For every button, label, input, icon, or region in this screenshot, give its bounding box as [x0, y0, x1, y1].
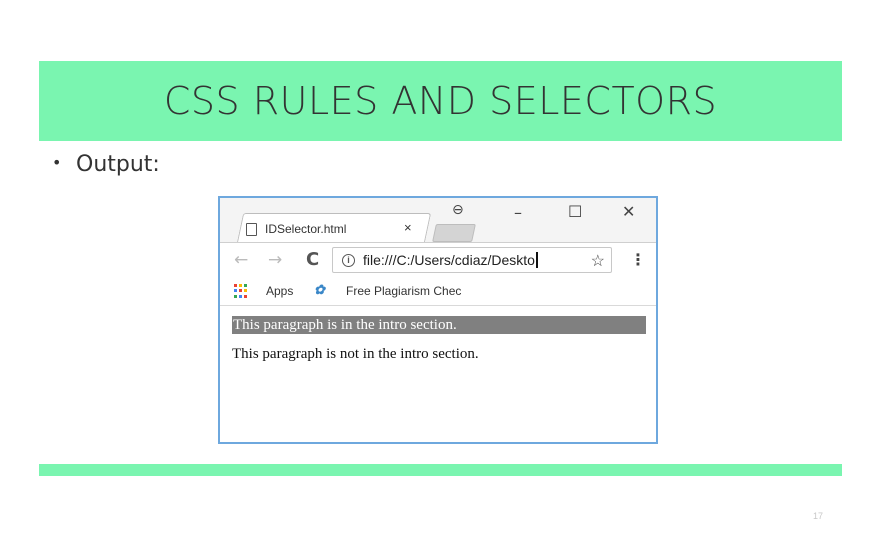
- intro-paragraph: This paragraph is in the intro section.: [232, 316, 646, 334]
- forward-icon[interactable]: →: [268, 250, 282, 270]
- bookmarks-bar: Apps ✿ Free Plagiarism Chec: [220, 276, 656, 306]
- bookmark-plagiarism-checker[interactable]: Free Plagiarism Chec: [346, 284, 461, 298]
- menu-icon[interactable]: ⋮: [630, 250, 646, 269]
- text-caret: [535, 252, 538, 268]
- tab-content: IDSelector.html: [246, 218, 346, 240]
- new-tab-button[interactable]: [432, 224, 476, 242]
- profile-icon[interactable]: ⊖: [452, 202, 464, 218]
- slide-page-number: 17: [813, 511, 824, 521]
- bullet-marker: •: [52, 153, 62, 172]
- address-url[interactable]: file:///C:/Users/cdiaz/Deskto: [363, 252, 535, 268]
- plain-paragraph: This paragraph is not in the intro secti…: [232, 346, 479, 362]
- tab-close-icon[interactable]: ×: [404, 220, 412, 235]
- apps-grid-dot: [234, 294, 237, 298]
- address-bar[interactable]: i file:///C:/Users/cdiaz/Deskto ☆: [332, 247, 612, 273]
- browser-title-bar: IDSelector.html × ⊖ – ☐ ✕: [220, 198, 656, 243]
- bottom-accent-band: [39, 464, 842, 476]
- browser-toolbar: ← → C i file:///C:/Users/cdiaz/Deskto ☆ …: [220, 242, 656, 276]
- maximize-icon[interactable]: ☐: [568, 202, 582, 221]
- apps-grid-dot: [239, 284, 242, 287]
- apps-grid-dot: [239, 289, 242, 293]
- apps-grid-dot: [244, 294, 247, 298]
- slide-title: CSS RULES AND SELECTORS: [163, 79, 718, 123]
- reload-icon[interactable]: C: [306, 249, 319, 270]
- apps-grid-dot: [244, 284, 247, 287]
- apps-grid-icon[interactable]: [234, 284, 248, 298]
- favorite-icon: ✿: [314, 282, 325, 297]
- close-icon[interactable]: ✕: [622, 202, 635, 221]
- apps-grid-dot: [244, 289, 247, 293]
- minimize-icon[interactable]: –: [514, 203, 522, 222]
- bullet-text: Output:: [76, 152, 160, 177]
- slide-title-band: CSS RULES AND SELECTORS: [39, 61, 842, 141]
- document-icon: [246, 222, 257, 236]
- bullet-item: • Output:: [52, 152, 160, 177]
- tab-title: IDSelector.html: [265, 222, 347, 236]
- apps-grid-dot: [234, 289, 237, 293]
- browser-screenshot: IDSelector.html × ⊖ – ☐ ✕ ← → C i file:/…: [218, 196, 658, 444]
- apps-grid-dot: [239, 294, 242, 298]
- info-icon[interactable]: i: [342, 253, 355, 267]
- apps-grid-dot: [234, 284, 237, 287]
- bookmark-star-icon[interactable]: ☆: [587, 251, 605, 271]
- page-content: This paragraph is in the intro section. …: [220, 306, 656, 442]
- back-icon[interactable]: ←: [234, 250, 248, 270]
- bookmark-apps[interactable]: Apps: [266, 284, 293, 298]
